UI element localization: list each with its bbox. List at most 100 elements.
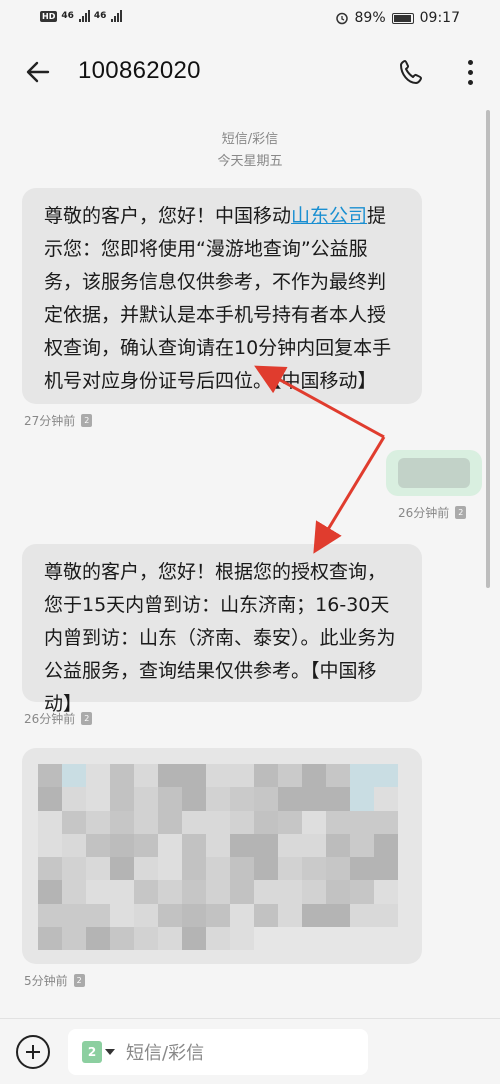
thread-day-label: 今天星期五 — [217, 154, 283, 169]
mosaic-cell — [254, 787, 278, 811]
mosaic-cell — [374, 833, 398, 857]
mosaic-cell — [350, 857, 374, 881]
mosaic-cell — [110, 810, 134, 834]
mosaic-cell — [110, 787, 134, 811]
mosaic-cell — [374, 810, 398, 834]
mosaic-cell — [62, 787, 86, 811]
mosaic-cell — [86, 903, 110, 927]
battery-percent: 89% — [354, 10, 386, 26]
more-options-button[interactable] — [452, 54, 488, 90]
message-link[interactable]: 山东公司 — [291, 205, 367, 227]
received-message[interactable]: 尊敬的客户，您好！根据您的授权查询，您于15天内曾到访：山东济南；16-30天内… — [22, 544, 422, 715]
back-arrow-icon — [26, 61, 50, 83]
mosaic-cell — [326, 810, 350, 834]
sim-selector[interactable]: 2 — [82, 1041, 116, 1063]
network-type-1: 46 — [61, 11, 74, 21]
mosaic-cell — [86, 857, 110, 881]
mosaic-cell — [326, 787, 350, 811]
mosaic-cell — [254, 833, 278, 857]
mosaic-cell — [206, 857, 230, 881]
mosaic-cell — [302, 880, 326, 904]
mosaic-cell — [134, 903, 158, 927]
mosaic-cell — [230, 833, 254, 857]
mosaic-cell — [110, 764, 134, 788]
mosaic-cell — [158, 833, 182, 857]
phone-icon — [400, 60, 422, 84]
mosaic-cell — [62, 833, 86, 857]
mosaic-cell — [278, 764, 302, 788]
mosaic-cell — [182, 903, 206, 927]
back-button[interactable] — [20, 54, 56, 90]
mosaic-cell — [62, 926, 86, 950]
mosaic-cell — [86, 880, 110, 904]
hd-badge: HD — [40, 10, 58, 22]
mosaic-cell — [158, 926, 182, 950]
mosaic-cell — [230, 810, 254, 834]
mosaic-cell — [350, 764, 374, 788]
mosaic-cell — [206, 903, 230, 927]
message-text: 尊敬的客户，您好！根据您的授权查询，您于15天内曾到访：山东济南；16-30天内… — [44, 561, 396, 715]
mosaic-cell — [110, 903, 134, 927]
call-button[interactable] — [394, 54, 430, 90]
mosaic-cell — [62, 857, 86, 881]
mosaic-cell — [350, 810, 374, 834]
message-input[interactable]: 2 短信/彩信 — [68, 1029, 368, 1075]
add-attachment-button[interactable] — [16, 1035, 50, 1069]
more-vert-icon — [467, 79, 473, 85]
mosaic-cell — [254, 926, 278, 950]
mosaic-cell — [182, 857, 206, 881]
status-right: 89% 09:17 — [335, 10, 460, 26]
mosaic-cell — [302, 810, 326, 834]
mosaic-cell — [134, 880, 158, 904]
mosaic-cell — [230, 880, 254, 904]
mosaic-cell — [350, 787, 374, 811]
message-text: 提示您：您即将使用“漫游地查询”公益服务，该服务信息仅供参考，不作为最终判定依据… — [44, 205, 392, 392]
mosaic-cell — [62, 903, 86, 927]
time-label: 27分钟前 — [24, 414, 76, 428]
mosaic-cell — [326, 833, 350, 857]
sim-2-icon: 2 — [81, 414, 93, 427]
thread-type-label: 短信/彩信 — [221, 132, 279, 147]
mosaic-cell — [230, 903, 254, 927]
mosaic-cell — [326, 880, 350, 904]
mosaic-cell — [38, 903, 62, 927]
mosaic-cell — [374, 880, 398, 904]
message-time: 27分钟前 2 — [24, 412, 93, 429]
mosaic-cell — [134, 926, 158, 950]
mosaic-cell — [374, 857, 398, 881]
signal-icon — [111, 10, 123, 22]
mosaic-cell — [38, 926, 62, 950]
mosaic-cell — [206, 764, 230, 788]
time-label: 26分钟前 — [24, 712, 76, 726]
mosaic-cell — [278, 810, 302, 834]
composer-bar: 2 短信/彩信 — [0, 1018, 500, 1084]
mosaic-cell — [86, 833, 110, 857]
sent-message[interactable] — [386, 450, 482, 496]
mosaic-cell — [302, 857, 326, 881]
mosaic-cell — [206, 833, 230, 857]
mosaic-cell — [278, 903, 302, 927]
mosaic-cell — [374, 787, 398, 811]
received-message[interactable]: 尊敬的客户，您好！中国移动山东公司提示您：您即将使用“漫游地查询”公益服务，该服… — [22, 188, 422, 404]
plus-circle-icon — [26, 1045, 40, 1059]
mosaic-cell — [38, 810, 62, 834]
mosaic-cell — [110, 880, 134, 904]
mosaic-cell — [110, 926, 134, 950]
mosaic-cell — [302, 903, 326, 927]
more-vert-icon — [467, 59, 473, 65]
obscured-message[interactable] — [22, 748, 422, 964]
mosaic-cell — [254, 810, 278, 834]
mosaic-cell — [230, 787, 254, 811]
pixelated-content — [38, 764, 398, 950]
message-time: 26分钟前 2 — [398, 504, 467, 521]
input-placeholder: 短信/彩信 — [126, 1043, 205, 1064]
mosaic-cell — [206, 880, 230, 904]
mosaic-cell — [254, 903, 278, 927]
message-time: 26分钟前 2 — [24, 710, 93, 727]
message-text: 尊敬的客户，您好！中国移动 — [44, 205, 292, 227]
mosaic-cell — [158, 857, 182, 881]
mosaic-cell — [182, 787, 206, 811]
signal-icon — [78, 10, 90, 22]
scrollbar[interactable] — [486, 110, 490, 588]
mosaic-cell — [302, 764, 326, 788]
